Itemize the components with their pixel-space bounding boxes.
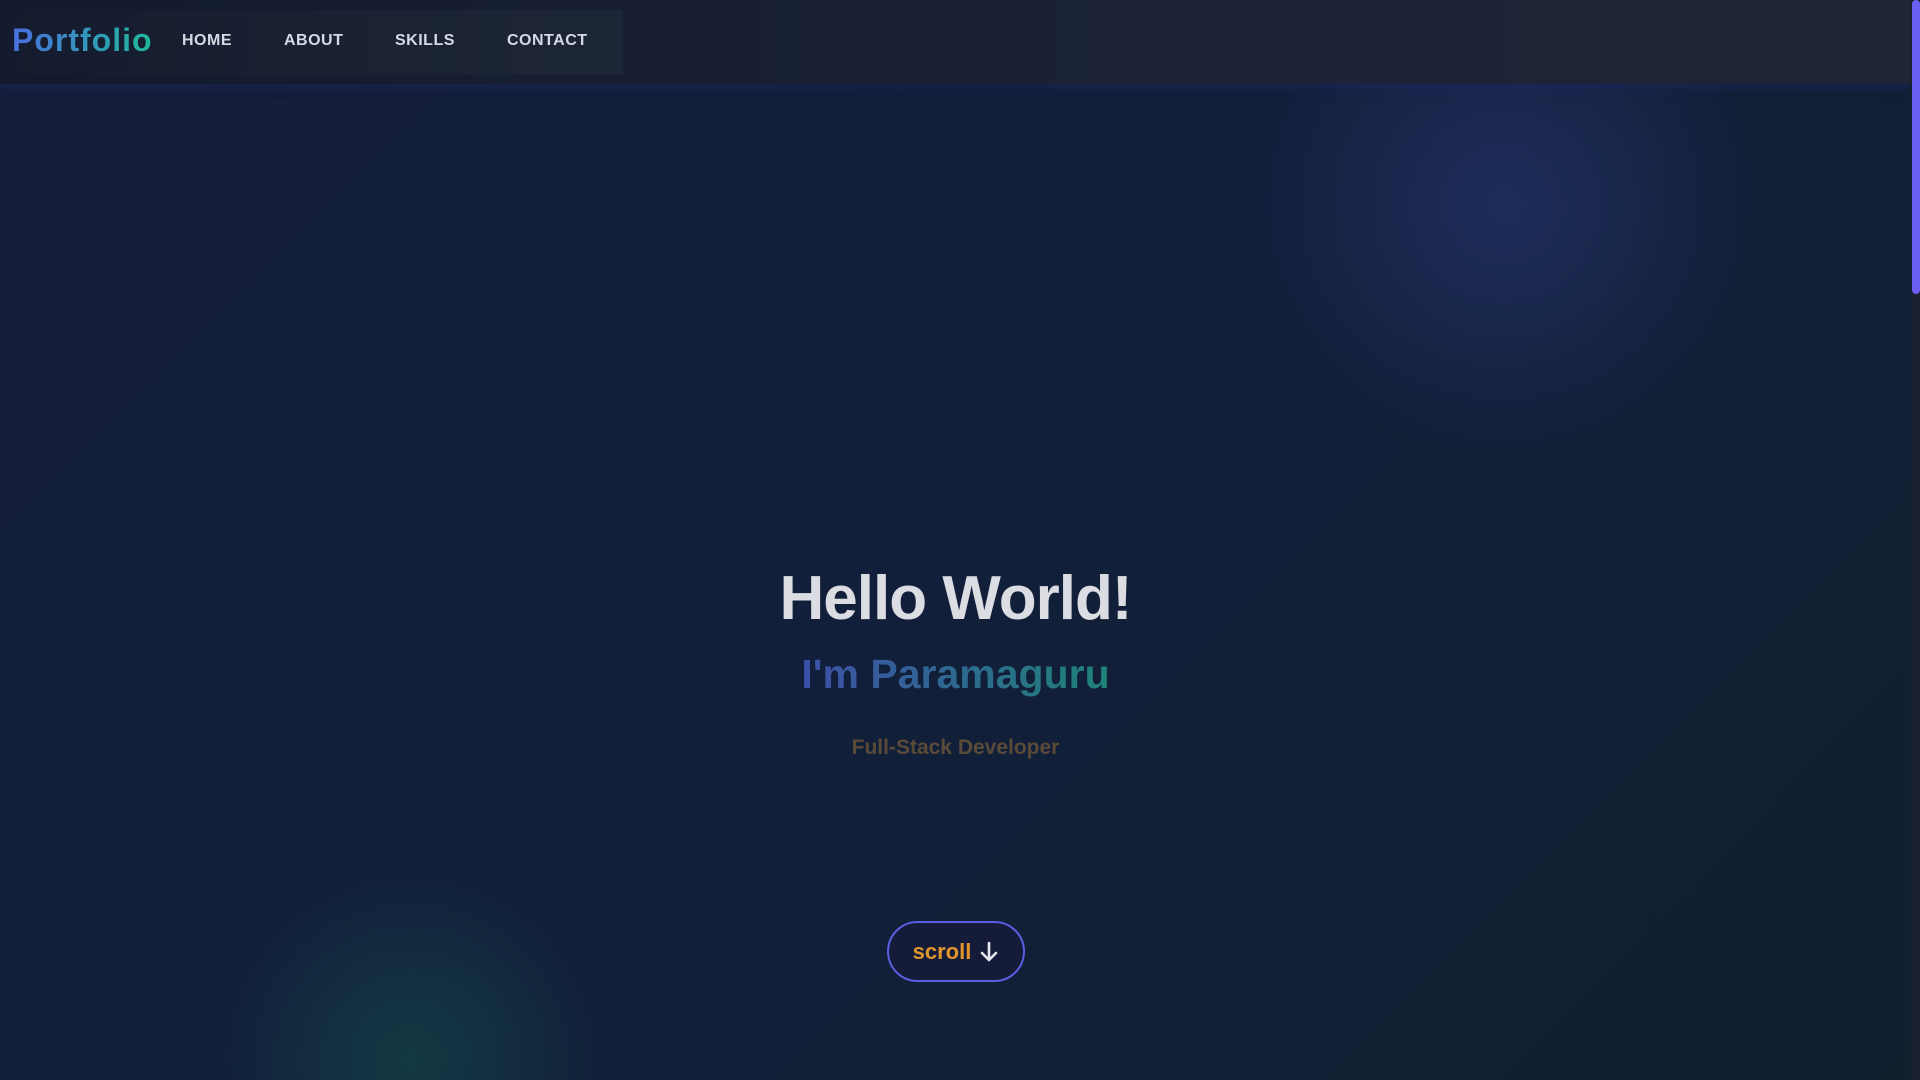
- hero-role: Full-Stack Developer: [851, 736, 1060, 759]
- nav-link-home[interactable]: HOME: [182, 32, 232, 50]
- scrollbar[interactable]: [1911, 0, 1920, 1080]
- scroll-label: scroll: [912, 938, 972, 964]
- nav-link-about[interactable]: ABOUT: [284, 32, 343, 50]
- scroll-button[interactable]: scroll: [887, 921, 1025, 982]
- nav-link-contact[interactable]: CONTACT: [507, 32, 588, 50]
- arrow-down-icon: [981, 941, 998, 961]
- nav-link-skills[interactable]: SKILLS: [395, 32, 455, 50]
- logo[interactable]: Portfolio: [12, 22, 153, 59]
- hero-name: I'm Paramaguru: [0, 651, 1911, 698]
- hero-greeting: Hello World!: [779, 564, 1133, 633]
- navbar: Portfolio HOME ABOUT SKILLS CONTACT: [0, 0, 1911, 84]
- hero-name-text: I'm Paramaguru: [801, 651, 1110, 697]
- page-background: [0, 0, 1911, 1080]
- scrollbar-thumb[interactable]: [1912, 0, 1920, 294]
